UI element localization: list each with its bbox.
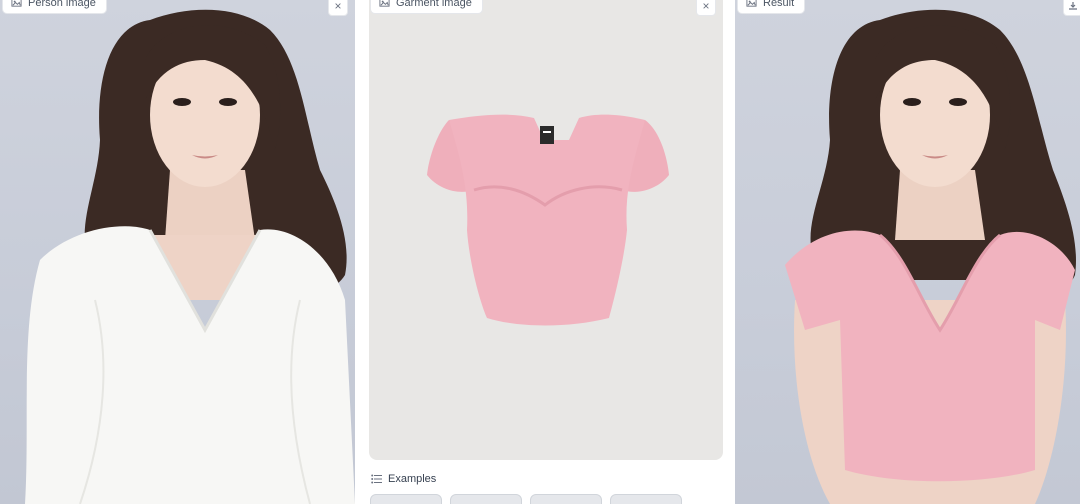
examples-label: Examples <box>388 473 437 485</box>
example-thumbnail[interactable] <box>610 494 682 504</box>
garment-image-label-text: Garment image <box>396 0 472 9</box>
example-thumbnail[interactable] <box>370 494 442 504</box>
garment-image-panel[interactable]: Garment image × Examples <box>355 0 735 504</box>
clear-garment-image-button[interactable]: × <box>696 0 716 16</box>
list-icon <box>371 474 382 484</box>
result-photo <box>785 9 1076 504</box>
garment-image-label: Garment image <box>370 0 483 14</box>
close-icon: × <box>334 0 342 13</box>
result-label-text: Result <box>763 0 795 9</box>
person-image-panel[interactable]: Person image × <box>0 0 355 504</box>
result-label: Result <box>737 0 806 14</box>
download-icon <box>1069 2 1077 10</box>
person-image-label: Person image <box>2 0 107 14</box>
image-icon <box>379 0 390 7</box>
close-icon: × <box>702 0 710 13</box>
image-icon <box>11 0 22 7</box>
example-thumbnail[interactable] <box>530 494 602 504</box>
garment-photo <box>427 114 669 326</box>
example-thumbnail[interactable] <box>450 494 522 504</box>
person-image-label-text: Person image <box>28 0 96 9</box>
person-photo <box>25 9 355 504</box>
image-icon <box>746 0 757 7</box>
clear-person-image-button[interactable]: × <box>328 0 348 16</box>
download-result-button[interactable] <box>1063 0 1080 16</box>
garment-image-area[interactable] <box>369 0 723 460</box>
result-panel[interactable]: Result <box>735 0 1080 504</box>
examples-header: Examples <box>371 473 436 485</box>
